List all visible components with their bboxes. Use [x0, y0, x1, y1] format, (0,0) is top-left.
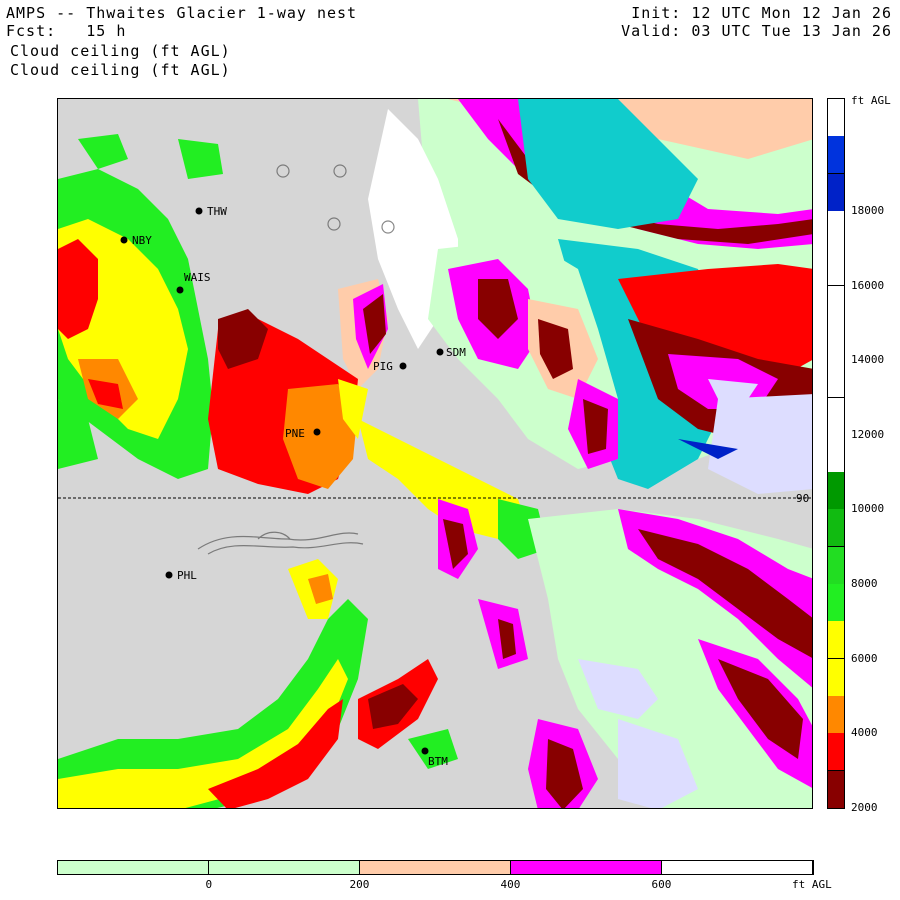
colorbar-horizontal-tick-label: 0 [205, 878, 213, 891]
colorbar-vertical-tick-label: 4000 [851, 726, 878, 740]
colorbar-vertical-swatch [828, 210, 844, 249]
colorbar-horizontal-tick-label: 400 [500, 878, 521, 891]
colorbar-vertical-swatch [828, 696, 844, 735]
field-name-2: Cloud ceiling (ft AGL) [10, 61, 231, 79]
colorbar-vertical-swatch [828, 584, 844, 623]
colorbar-vertical-swatch [828, 434, 844, 473]
station-label-wais: WAIS [184, 271, 211, 284]
station-label-thw: THW [207, 205, 227, 218]
colorbar-vertical-tick-label: 6000 [851, 651, 878, 665]
colorbar-vertical-swatch [828, 621, 844, 660]
valid-time: Valid: 03 UTC Tue 13 Jan 26 [621, 22, 892, 40]
station-marker-phl [165, 571, 173, 579]
colorbar-vertical [827, 98, 845, 809]
station-marker-btm [421, 747, 429, 755]
station-marker-wais [176, 286, 184, 294]
latitude-line-label: 90 W [796, 492, 813, 505]
field-name-1: Cloud ceiling (ft AGL) [10, 42, 231, 60]
station-marker-thw [195, 207, 203, 215]
colorbar-vertical-swatch [828, 770, 844, 809]
colorbar-vertical-tick-label: 2000 [851, 801, 878, 814]
colorbar-horizontal-tick-label: 600 [651, 878, 672, 891]
station-label-phl: PHL [177, 569, 197, 582]
colorbar-horizontal-unit: ft AGL [792, 878, 832, 891]
colorbar-vertical-swatch [828, 509, 844, 548]
colorbar-vertical-swatch [828, 136, 844, 175]
init-time: Init: 12 UTC Mon 12 Jan 26 [631, 4, 892, 22]
colorbar-vertical-swatch [828, 360, 844, 399]
colorbar-vertical-swatch [828, 285, 844, 324]
station-marker-nby [120, 236, 128, 244]
colorbar-vertical-swatch [828, 173, 844, 212]
colorbar-vertical-swatch [828, 658, 844, 697]
colorbar-vertical-swatch [828, 546, 844, 585]
southeast-cloud-region [528, 509, 812, 808]
station-marker-pig [399, 362, 407, 370]
station-label-pne: PNE [285, 427, 305, 440]
colorbar-vertical-swatch [828, 322, 844, 361]
station-marker-pne [313, 428, 321, 436]
station-label-btm: BTM [428, 755, 448, 768]
station-label-pig: PIG [373, 360, 393, 373]
station-marker-sdm [436, 348, 444, 356]
colorbar-vertical-tick-label: 18000 [851, 203, 885, 217]
colorbar-horizontal-swatch [511, 861, 662, 874]
colorbar-vertical-swatch [828, 472, 844, 511]
colorbar-vertical-tick-label: 16000 [851, 278, 885, 292]
forecast-hour: Fcst: 15 h [6, 22, 127, 40]
colorbar-vertical-tick-label: 10000 [851, 502, 885, 516]
station-label-nby: NBY [132, 234, 152, 247]
colorbar-vertical-tick-label: 12000 [851, 427, 885, 441]
colorbar-vertical-swatch [828, 99, 844, 137]
colorbar-vertical-unit: ft AGL [851, 94, 891, 107]
colorbar-vertical-swatch [828, 733, 844, 772]
colorbar-vertical-swatch [828, 248, 844, 287]
colorbar-vertical-tick-label: 14000 [851, 353, 885, 367]
colorbar-vertical-tick-label: 8000 [851, 577, 878, 591]
map-canvas: 90 W THW NBY WAIS PNE PIG SDM PHL BTM [58, 99, 813, 808]
colorbar-horizontal-swatch [58, 861, 209, 874]
colorbar-horizontal-swatch [209, 861, 360, 874]
colorbar-horizontal-tick-label: 200 [349, 878, 370, 891]
station-label-sdm: SDM [446, 346, 466, 359]
map-panel: 90 W THW NBY WAIS PNE PIG SDM PHL BTM [57, 98, 813, 809]
model-title: AMPS -- Thwaites Glacier 1-way nest [6, 4, 358, 22]
colorbar-horizontal [57, 860, 814, 875]
colorbar-vertical-swatch [828, 397, 844, 436]
colorbar-horizontal-swatch [662, 861, 813, 874]
colorbar-horizontal-swatch [360, 861, 511, 874]
